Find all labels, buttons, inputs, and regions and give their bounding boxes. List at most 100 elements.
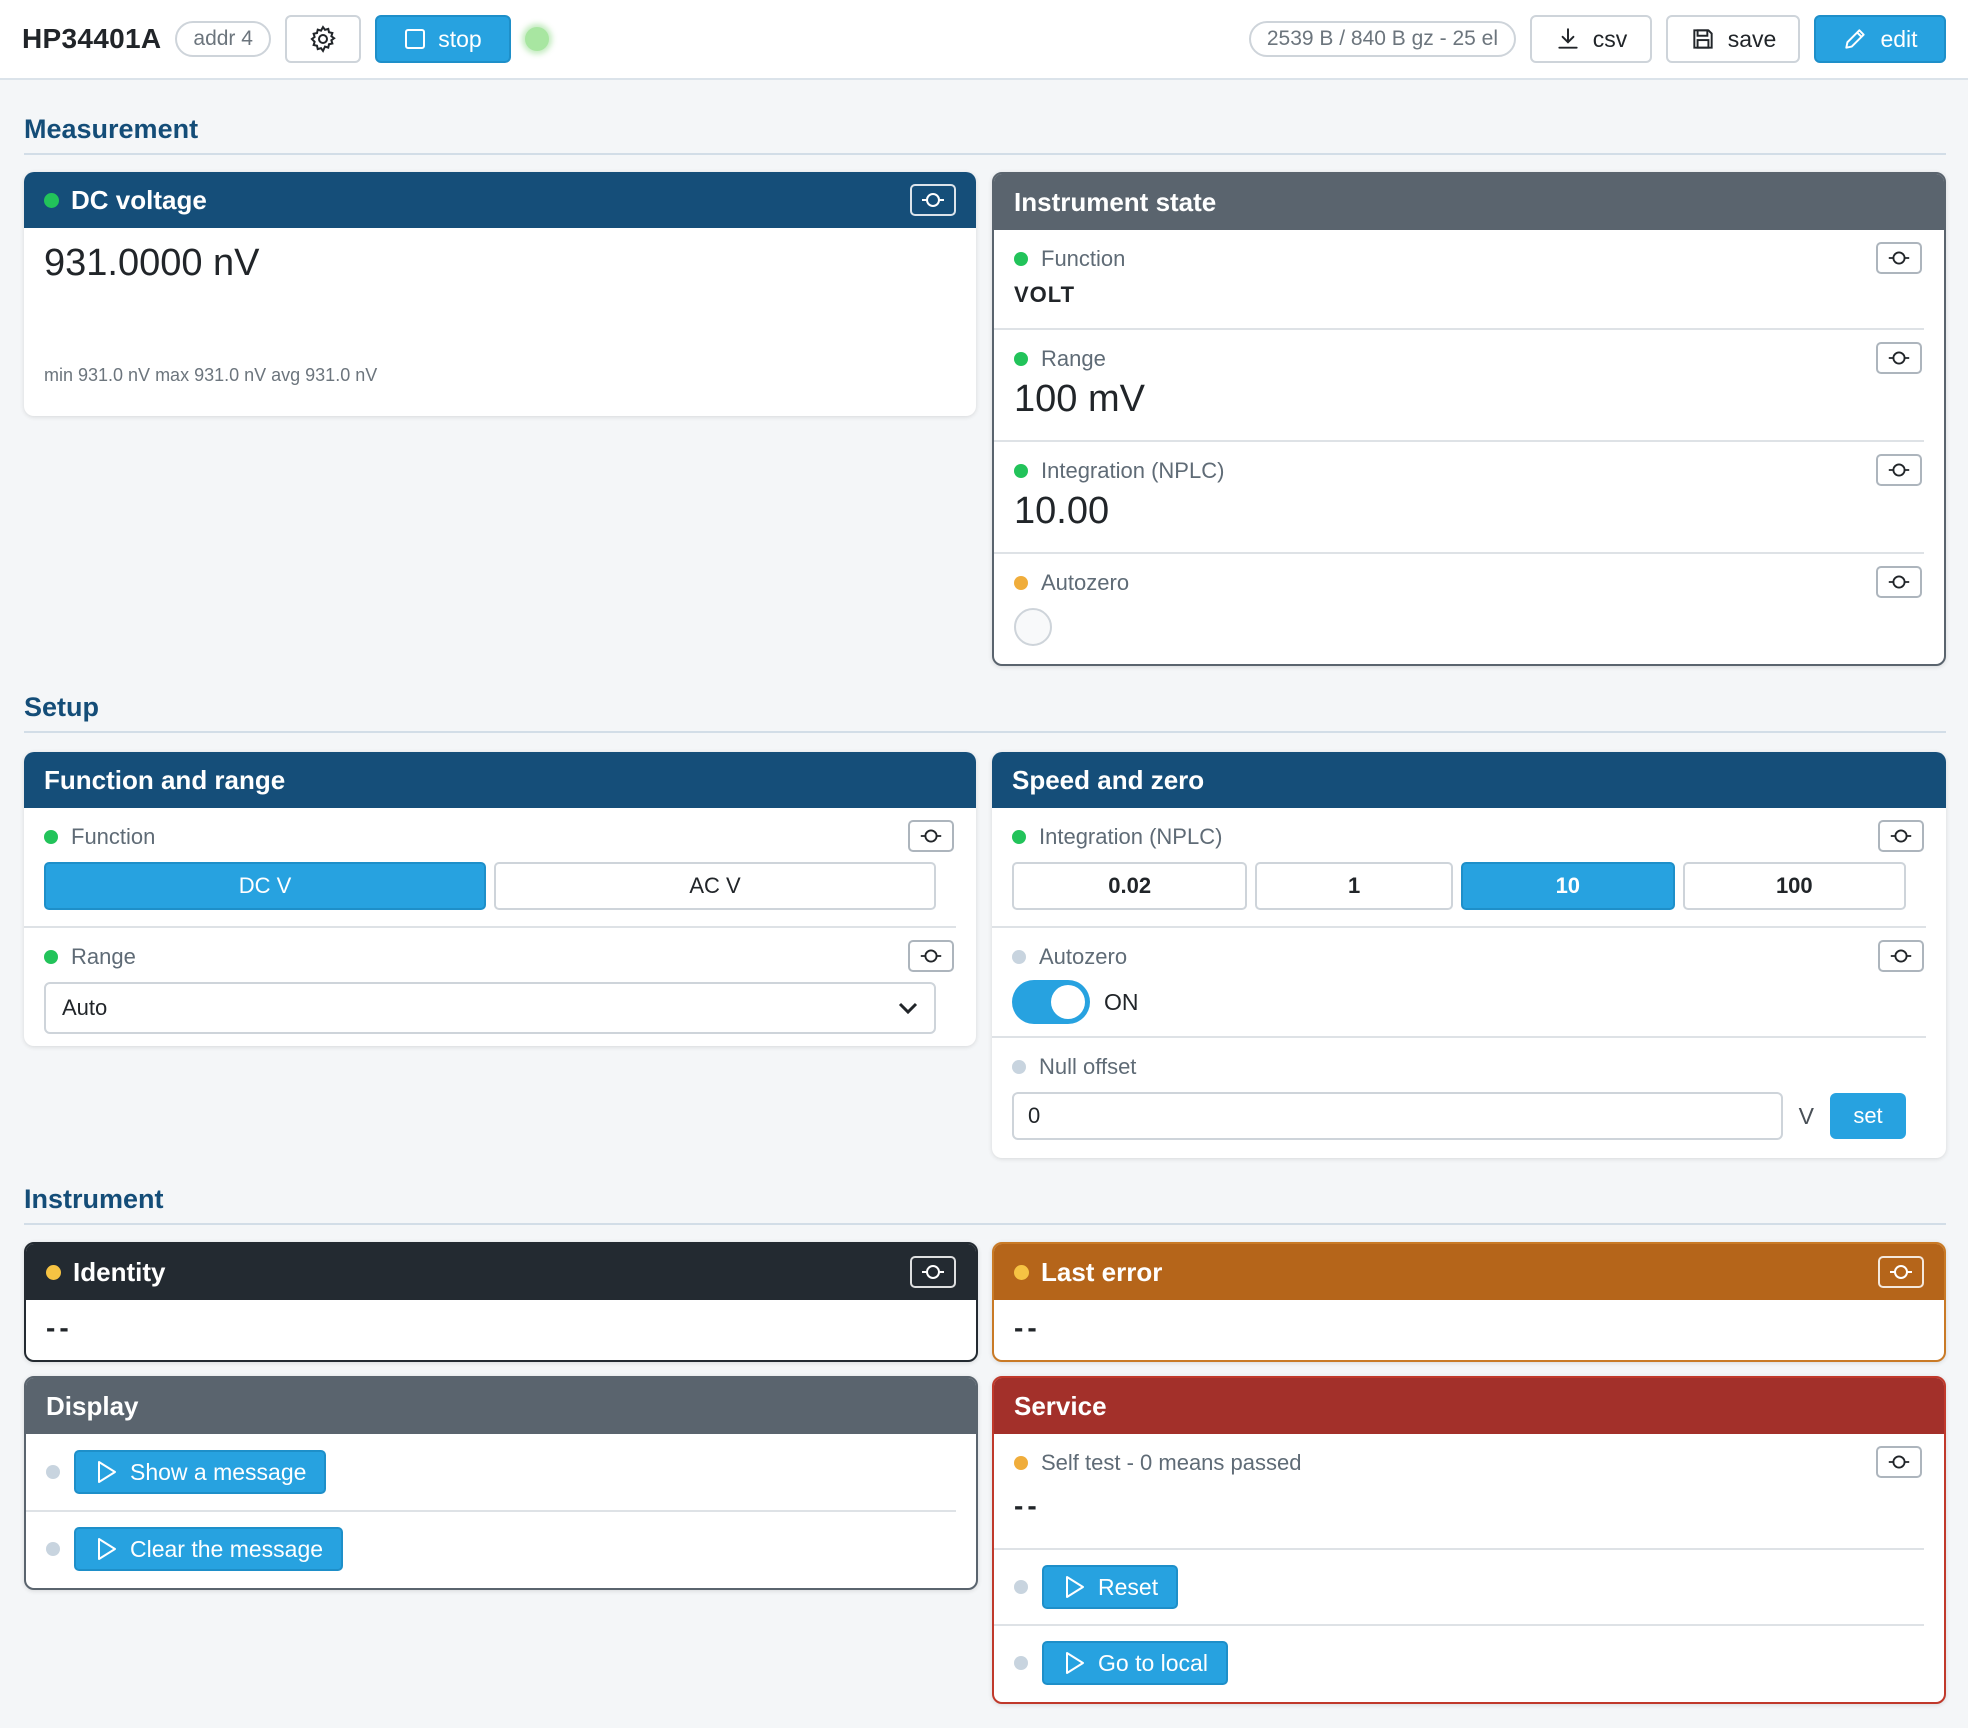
button-label: Go to local: [1098, 1649, 1208, 1676]
refresh-button[interactable]: [1878, 940, 1924, 972]
refresh-button[interactable]: [1878, 820, 1924, 852]
play-icon: [1064, 1575, 1086, 1599]
sync-icon: [1888, 827, 1914, 845]
clear-message-button[interactable]: Clear the message: [74, 1527, 344, 1571]
status-dot: [1014, 464, 1028, 478]
row-label: Null offset: [1039, 1054, 1137, 1079]
card-header: Last error: [994, 1244, 1944, 1300]
reset-button[interactable]: Reset: [1042, 1565, 1179, 1609]
play-icon: [1064, 1651, 1086, 1675]
dc-voltage-card: DC voltage 931.0000 nV min 931.0 nV max …: [24, 172, 976, 416]
row-label: Integration (NPLC): [1039, 824, 1223, 849]
last-error-value: --: [1014, 1312, 1041, 1343]
service-card: Service Self test - 0 means passed -- Re…: [992, 1376, 1946, 1704]
card-header: Function and range: [24, 752, 976, 808]
sync-icon: [919, 191, 947, 209]
pencil-icon: [1842, 26, 1868, 52]
row-label: Range: [1041, 346, 1106, 371]
play-icon: [96, 1460, 118, 1484]
state-row-autozero: Autozero: [994, 552, 1924, 656]
refresh-button[interactable]: [1876, 242, 1922, 274]
refresh-button[interactable]: [910, 1256, 956, 1288]
state-row-range: Range 100 mV: [994, 328, 1924, 440]
row-label: Autozero: [1041, 570, 1130, 595]
nplc-row: Integration (NPLC) 0.02 1 10 100: [992, 808, 1926, 926]
instrument-title: HP34401A: [22, 23, 162, 54]
autozero-state-label: ON: [1104, 988, 1139, 1015]
function-selector: DC V AC V: [44, 862, 936, 910]
refresh-button[interactable]: [908, 820, 954, 852]
show-message-button[interactable]: Show a message: [74, 1450, 327, 1494]
card-header: DC voltage: [24, 172, 976, 228]
card-title: Speed and zero: [1012, 764, 1205, 795]
set-null-offset-button[interactable]: set: [1830, 1093, 1906, 1139]
settings-button[interactable]: [284, 15, 361, 63]
card-title: DC voltage: [71, 184, 207, 215]
edit-button[interactable]: edit: [1814, 15, 1946, 63]
status-dot: [1014, 252, 1028, 266]
sync-icon: [1886, 573, 1912, 591]
row-label: Self test - 0 means passed: [1041, 1450, 1302, 1475]
section-setup: Setup: [24, 692, 1946, 733]
refresh-button[interactable]: [1878, 1256, 1924, 1288]
card-header: Instrument state: [994, 174, 1944, 230]
toggle-knob: [1051, 985, 1085, 1019]
null-offset-input[interactable]: 0: [1012, 1092, 1783, 1140]
refresh-button[interactable]: [1876, 1446, 1922, 1478]
card-header: Service: [994, 1378, 1944, 1434]
save-button[interactable]: save: [1666, 15, 1800, 63]
status-dot: [46, 1264, 61, 1280]
speed-zero-card: Speed and zero Integration (NPLC) 0.02 1…: [992, 752, 1946, 1158]
nplc-option[interactable]: 1: [1255, 862, 1454, 910]
sync-icon: [918, 947, 944, 965]
row-label: Function: [71, 824, 156, 849]
stop-label: stop: [438, 25, 482, 52]
nplc-option[interactable]: 0.02: [1012, 862, 1248, 910]
autozero-indicator-off: [1014, 608, 1052, 646]
state-row-function: Function VOLT: [994, 230, 1924, 328]
status-dot: [46, 1542, 60, 1556]
identity-card: Identity --: [24, 1242, 978, 1362]
refresh-button[interactable]: [910, 184, 956, 216]
edit-label: edit: [1880, 25, 1918, 52]
clear-message-row: Clear the message: [26, 1510, 956, 1586]
refresh-button[interactable]: [908, 940, 954, 972]
button-label: Clear the message: [130, 1535, 324, 1562]
reset-row: Reset: [994, 1548, 1924, 1624]
status-dot: [46, 1465, 60, 1479]
voltage-reading: 931.0000 nV: [44, 242, 260, 284]
refresh-button[interactable]: [1876, 454, 1922, 486]
sync-icon: [919, 1263, 947, 1281]
function-option-dcv[interactable]: DC V: [44, 862, 486, 910]
status-dot: [44, 830, 58, 844]
data-size-badge: 2539 B / 840 B gz - 25 el: [1248, 21, 1516, 57]
floppy-disk-icon: [1690, 26, 1716, 52]
refresh-button[interactable]: [1876, 342, 1922, 374]
nplc-option[interactable]: 10: [1461, 862, 1675, 910]
gear-icon: [308, 24, 338, 54]
card-title: Instrument state: [1014, 186, 1217, 217]
sync-icon: [1886, 1453, 1912, 1471]
instrument-state-card: Instrument state Function VOLT Range 100…: [992, 172, 1946, 666]
status-dot: [44, 950, 58, 964]
status-dot: [1014, 1580, 1028, 1594]
section-instrument: Instrument: [24, 1184, 1946, 1225]
status-dot: [1014, 352, 1028, 366]
address-badge: addr 4: [175, 21, 271, 57]
stop-button[interactable]: stop: [374, 15, 511, 63]
refresh-button[interactable]: [1876, 566, 1922, 598]
nplc-option[interactable]: 100: [1682, 862, 1907, 910]
function-value: VOLT: [1014, 282, 1076, 307]
range-select[interactable]: Auto: [44, 982, 936, 1034]
card-title: Last error: [1041, 1256, 1163, 1287]
csv-button[interactable]: csv: [1530, 15, 1652, 63]
null-offset-row: Null offset 0 V set: [992, 1036, 1926, 1154]
card-title: Display: [46, 1390, 139, 1421]
function-option-acv[interactable]: AC V: [494, 862, 936, 910]
sync-icon: [1887, 1263, 1915, 1281]
top-bar: HP34401A addr 4 stop 2539 B / 840 B gz -…: [0, 0, 1968, 80]
card-title: Service: [1014, 1390, 1107, 1421]
autozero-toggle[interactable]: [1012, 980, 1090, 1024]
square-icon: [404, 28, 426, 50]
go-to-local-button[interactable]: Go to local: [1042, 1641, 1228, 1685]
